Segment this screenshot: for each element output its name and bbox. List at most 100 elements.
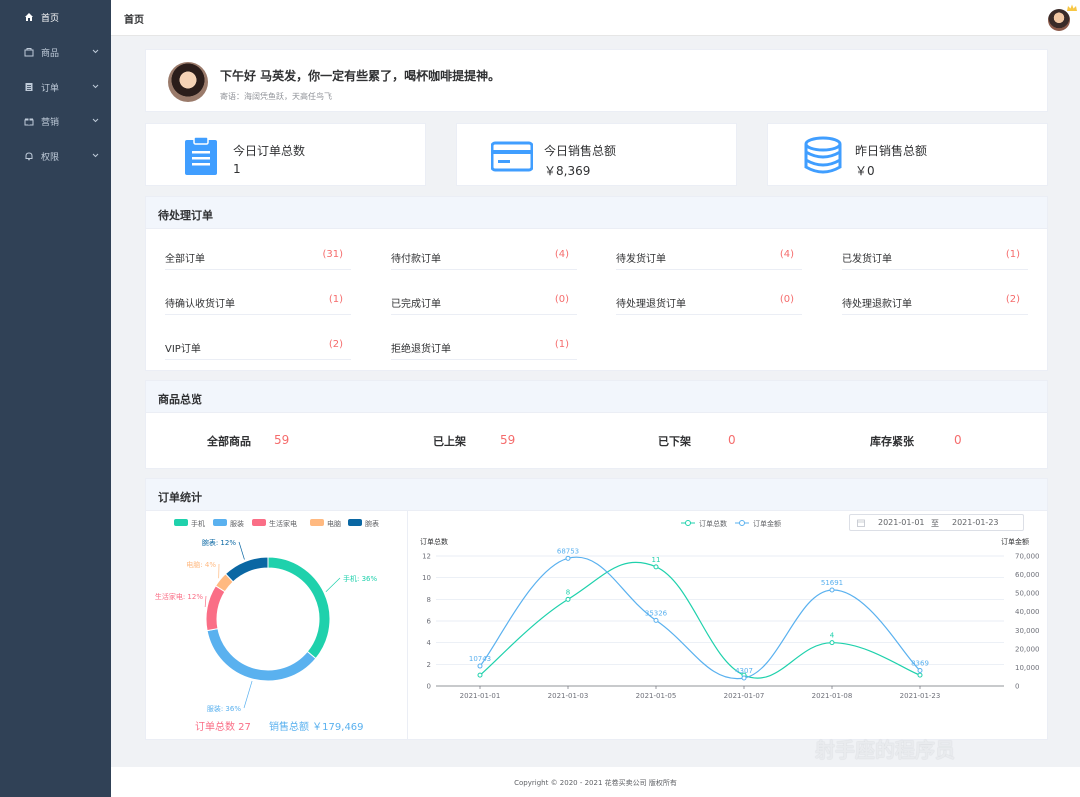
- order-cell-return-pending[interactable]: 待处理退货订单 (0): [616, 291, 802, 315]
- y-axis-right-title: 订单金额: [1001, 537, 1029, 546]
- series-point: [829, 587, 835, 593]
- y-tick-right: 30,000: [1015, 627, 1040, 635]
- y-tick-left: 8: [427, 596, 431, 604]
- sidebar-item-home[interactable]: 首页: [0, 0, 111, 34]
- legend-label: 手机: [191, 519, 205, 528]
- date-start[interactable]: 2021-01-01: [878, 518, 925, 527]
- sidebar-item-marketing[interactable]: 营销: [0, 104, 111, 138]
- panel-title: 商品总览: [158, 393, 202, 406]
- y-axis-left-title: 订单总数: [420, 537, 448, 546]
- line-chart: 订单总数 订单金额订单总数 订单金额024681012010,00020,00030…: [420, 519, 1040, 700]
- chevron-down-icon: [92, 47, 99, 57]
- slice-leader-line: [325, 577, 341, 593]
- donut-slice: [224, 556, 269, 583]
- y-tick-left: 4: [427, 639, 432, 647]
- sidebar: 首页 商品 订单 营销 权限: [0, 0, 111, 797]
- donut-chart-area: 手机 服装 生活家电 电脑 腕表 手机: 36% 服装: 36% 生活家电: 12% 电脑: 4…: [146, 511, 408, 740]
- date-separator: 至: [931, 519, 939, 528]
- x-tick-label: 2021-01-08: [812, 692, 853, 700]
- legend-swatch: [310, 519, 324, 526]
- order-cell-refund-pending[interactable]: 待处理退款订单 (2): [842, 291, 1028, 315]
- legend-swatch: [174, 519, 188, 526]
- goods-value: 0: [728, 433, 736, 447]
- order-label: 待处理退款订单: [842, 299, 912, 310]
- order-cell-vip[interactable]: VIP订单 (2): [165, 336, 351, 360]
- clipboard-icon: [185, 136, 217, 175]
- pending-orders-panel: 待处理订单 全部订单 (31) 待付款订单 (4) 待发货订单 (4) 已发货订…: [145, 196, 1048, 371]
- sidebar-item-orders[interactable]: 订单: [0, 70, 111, 104]
- data-label: 8: [566, 588, 570, 596]
- sidebar-item-permissions[interactable]: 权限: [0, 139, 111, 173]
- data-label: 4307: [735, 667, 753, 675]
- order-count: (31): [322, 249, 343, 260]
- panel-header: 待处理订单: [146, 197, 1047, 229]
- x-tick-label: 2021-01-23: [900, 692, 941, 700]
- chevron-down-icon: [92, 82, 99, 92]
- goods-label: 库存紧张: [870, 435, 914, 448]
- order-cell-all[interactable]: 全部订单 (31): [165, 246, 351, 270]
- series-point: [565, 596, 571, 602]
- shop-icon: [24, 47, 34, 57]
- data-label: 10743: [469, 655, 491, 663]
- y-tick-left: 10: [422, 574, 431, 582]
- donut-slice: [205, 585, 226, 632]
- goods-value: 59: [274, 433, 290, 447]
- order-cell-return-rejected[interactable]: 拒绝退货订单 (1): [391, 336, 577, 360]
- bell-icon: [24, 151, 34, 161]
- order-stats-panel: 订单统计 手机 服装 生活家电 电脑 腕表 手机: 36% 服装: 36% 生活家电: 12%…: [145, 478, 1048, 740]
- stat-label: 今日销售总额: [544, 144, 617, 158]
- order-count: (4): [554, 249, 569, 260]
- series-line: [479, 556, 921, 680]
- x-tick-label: 2021-01-07: [724, 692, 765, 700]
- goods-label: 已下架: [658, 435, 691, 448]
- legend-label: 腕表: [365, 519, 379, 528]
- legend-label: 服装: [230, 519, 244, 528]
- legend-label: 生活家电: [269, 519, 297, 528]
- order-cell-to-ship[interactable]: 待发货订单 (4): [616, 246, 802, 270]
- y-tick-left: 0: [427, 683, 431, 691]
- slice-label: 生活家电: 12%: [155, 592, 203, 601]
- y-tick-right: 20,000: [1015, 645, 1040, 653]
- x-tick-label: 2021-01-05: [636, 692, 677, 700]
- y-tick-right: 40,000: [1015, 608, 1040, 616]
- legend-marker: [685, 520, 691, 526]
- order-cell-completed[interactable]: 已完成订单 (0): [391, 291, 577, 315]
- y-tick-right: 50,000: [1015, 590, 1040, 598]
- y-tick-left: 6: [427, 618, 432, 626]
- order-count: (1): [328, 294, 343, 305]
- stat-card-today-orders: 今日订单总数 1: [145, 123, 426, 186]
- order-cell-shipped[interactable]: 已发货订单 (1): [842, 246, 1028, 270]
- series-point: [917, 667, 923, 673]
- breadcrumb[interactable]: 首页: [124, 11, 144, 26]
- goods-value: 0: [954, 433, 962, 447]
- sales-total-label: 销售总额 ￥179,469: [269, 720, 364, 733]
- calendar-icon: [857, 519, 865, 527]
- order-count: (2): [328, 339, 343, 350]
- panel-header: 商品总览: [146, 381, 1047, 413]
- data-label: 35326: [645, 609, 668, 617]
- order-label: 待确认收货订单: [165, 299, 235, 310]
- series-point: [653, 564, 659, 570]
- user-avatar: [168, 62, 208, 102]
- gift-icon: [24, 116, 34, 126]
- order-cell-to-confirm[interactable]: 待确认收货订单 (1): [165, 291, 351, 315]
- y-tick-right: 0: [1015, 683, 1019, 691]
- legend-label: 电脑: [327, 519, 341, 528]
- avatar[interactable]: [1048, 9, 1070, 31]
- order-count: (1): [554, 339, 569, 350]
- sidebar-item-goods[interactable]: 商品: [0, 35, 111, 69]
- data-label: 8369: [911, 659, 929, 667]
- date-range-picker[interactable]: 2021-01-01 至 2021-01-23: [849, 514, 1024, 531]
- goods-overview-panel: 商品总览 全部商品 59 已上架 59 已下架 0 库存紧张 0: [145, 380, 1048, 469]
- series-point: [741, 675, 747, 681]
- date-end[interactable]: 2021-01-23: [952, 518, 999, 527]
- donut-slice: [206, 627, 317, 682]
- stat-value: ￥0: [855, 164, 875, 178]
- series-point: [477, 663, 483, 669]
- slice-label: 服装: 36%: [207, 704, 241, 713]
- order-label: 已发货订单: [842, 254, 892, 265]
- motto-text: 寄语：海阔凭鱼跃，天高任鸟飞: [220, 92, 332, 101]
- sidebar-item-label: 商品: [41, 48, 60, 59]
- order-cell-unpaid[interactable]: 待付款订单 (4): [391, 246, 577, 270]
- sidebar-item-label: 订单: [41, 83, 60, 94]
